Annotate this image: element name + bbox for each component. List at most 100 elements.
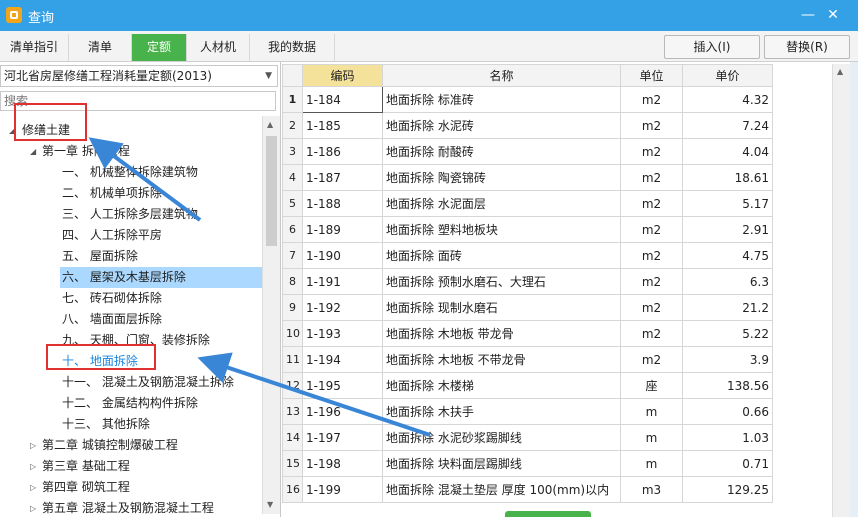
table-row[interactable]: 10 1-193 地面拆除 木地板 带龙骨 m2 5.22 <box>282 320 773 347</box>
row-number: 14 <box>282 424 303 451</box>
splitter-handle[interactable] <box>505 511 591 517</box>
code-cell: 1-199 <box>302 476 383 503</box>
expand-icon: ▷ <box>30 483 37 492</box>
code-cell: 1-197 <box>302 424 383 451</box>
unit-cell: m <box>620 398 683 425</box>
tab-list[interactable]: 清单 <box>69 34 132 61</box>
unit-cell: m2 <box>620 138 683 165</box>
table-row[interactable]: 13 1-196 地面拆除 木扶手 m 0.66 <box>282 398 773 425</box>
tab-my-data[interactable]: 我的数据 <box>250 34 335 61</box>
table-row[interactable]: 2 1-185 地面拆除 水泥砖 m2 7.24 <box>282 112 773 139</box>
replace-button[interactable]: 替换(R) <box>764 35 850 59</box>
close-button[interactable]: ✕ <box>822 4 844 26</box>
price-cell: 4.75 <box>682 242 773 269</box>
tree-node-section[interactable]: 十二、 金属结构构件拆除 <box>0 393 262 414</box>
table-body: 1 1-184 地面拆除 标准砖 m2 4.32 2 1-185 地面拆除 水泥砖 m2 7.24… <box>282 86 773 503</box>
table-row[interactable]: 11 1-194 地面拆除 木地板 不带龙骨 m2 3.9 <box>282 346 773 373</box>
quota-table: 编码 名称 单位 单价 1 1-184 地面拆除 标准砖 m2 4.32 2 1-185 地面… <box>282 64 773 503</box>
price-cell: 6.3 <box>682 268 773 295</box>
table-row[interactable]: 9 1-192 地面拆除 现制水磨石 m2 21.2 <box>282 294 773 321</box>
name-cell: 地面拆除 水泥砂浆踢脚线 <box>382 424 621 451</box>
row-number: 16 <box>282 476 303 503</box>
tree-node-chapter[interactable]: ▷ 第二章 城镇控制爆破工程 <box>0 435 262 456</box>
unit-cell: m2 <box>620 190 683 217</box>
row-number: 3 <box>282 138 303 165</box>
code-cell: 1-191 <box>302 268 383 295</box>
price-cell: 18.61 <box>682 164 773 191</box>
unit-cell: m2 <box>620 320 683 347</box>
minimize-button[interactable]: — <box>797 4 819 26</box>
annotation-box-section <box>46 344 156 370</box>
name-cell: 地面拆除 面砖 <box>382 242 621 269</box>
name-cell: 地面拆除 预制水磨石、大理石 <box>382 268 621 295</box>
code-cell: 1-189 <box>302 216 383 243</box>
tree-node-chapter[interactable]: ▷ 第四章 砌筑工程 <box>0 477 262 498</box>
table-row[interactable]: 16 1-199 地面拆除 混凝土垫层 厚度 100(mm)以内 m3 129.25 <box>282 476 773 503</box>
chapter-tree: ◢ 修缮土建 ◢ 第一章 拆除工程 一、 机械整体拆除建筑物 二、 机械单项拆除… <box>0 116 262 517</box>
tree-node-section[interactable]: 十一、 混凝土及钢筋混凝土拆除 <box>0 372 262 393</box>
table-row[interactable]: 7 1-190 地面拆除 面砖 m2 4.75 <box>282 242 773 269</box>
tree-node-chapter[interactable]: ▷ 第五章 混凝土及钢筋混凝土工程 <box>0 498 262 517</box>
grid-scrollbar[interactable]: ▲ <box>832 64 850 517</box>
insert-button[interactable]: 插入(I) <box>664 35 760 59</box>
tree-node-label: 五、 屋面拆除 <box>62 249 138 263</box>
table-header-row: 编码 名称 单位 单价 <box>282 64 773 87</box>
unit-cell: m2 <box>620 164 683 191</box>
table-row[interactable]: 1 1-184 地面拆除 标准砖 m2 4.32 <box>282 86 773 113</box>
row-number: 2 <box>282 112 303 139</box>
code-cell: 1-188 <box>302 190 383 217</box>
tree-node-section[interactable]: 三、 人工拆除多层建筑物 <box>0 204 262 225</box>
tree-node-chapter-1[interactable]: ◢ 第一章 拆除工程 <box>0 141 262 162</box>
tree-node-chapter[interactable]: ▷ 第三章 基础工程 <box>0 456 262 477</box>
name-cell: 地面拆除 混凝土垫层 厚度 100(mm)以内 <box>382 476 621 503</box>
table-row[interactable]: 8 1-191 地面拆除 预制水磨石、大理石 m2 6.3 <box>282 268 773 295</box>
price-cell: 0.71 <box>682 450 773 477</box>
tree-node-label: 十一、 混凝土及钢筋混凝土拆除 <box>62 375 234 389</box>
table-row[interactable]: 12 1-195 地面拆除 木楼梯座 138.56 <box>282 372 773 399</box>
tab-quota[interactable]: 定额 <box>132 34 187 61</box>
row-number: 8 <box>282 268 303 295</box>
tree-node-section[interactable]: 四、 人工拆除平房 <box>0 225 262 246</box>
scroll-thumb[interactable] <box>266 136 277 246</box>
tree-node-section[interactable]: 十三、 其他拆除 <box>0 414 262 435</box>
column-header-price[interactable]: 单价 <box>682 64 773 87</box>
expand-icon: ▷ <box>30 504 37 513</box>
scroll-down-icon[interactable]: ▼ <box>267 500 273 509</box>
unit-cell: m <box>620 450 683 477</box>
tree-node-section[interactable]: 一、 机械整体拆除建筑物 <box>0 162 262 183</box>
collapse-icon: ◢ <box>30 147 37 156</box>
unit-cell: m2 <box>620 216 683 243</box>
tree-node-section-selected[interactable]: 六、 屋架及木基层拆除 <box>60 267 262 288</box>
table-row[interactable]: 15 1-198 地面拆除 块料面层踢脚线 m 0.71 <box>282 450 773 477</box>
table-row[interactable]: 3 1-186 地面拆除 耐酸砖 m2 4.04 <box>282 138 773 165</box>
row-number-header <box>282 64 303 87</box>
table-row[interactable]: 5 1-188 地面拆除 水泥面层 m2 5.17 <box>282 190 773 217</box>
column-header-code[interactable]: 编码 <box>302 64 383 87</box>
tree-node-section[interactable]: 七、 砖石砌体拆除 <box>0 288 262 309</box>
tree-node-label: 第一章 拆除工程 <box>42 144 130 158</box>
table-row[interactable]: 4 1-187 地面拆除 陶瓷锦砖 m2 18.61 <box>282 164 773 191</box>
scroll-up-icon[interactable]: ▲ <box>837 67 843 76</box>
name-cell: 地面拆除 现制水磨石 <box>382 294 621 321</box>
unit-cell: m3 <box>620 476 683 503</box>
scroll-up-icon[interactable]: ▲ <box>267 120 273 129</box>
library-select[interactable]: 河北省房屋修缮工程消耗量定额(2013) ▼ <box>0 65 278 87</box>
column-header-name[interactable]: 名称 <box>382 64 621 87</box>
price-cell: 138.56 <box>682 372 773 399</box>
library-select-value: 河北省房屋修缮工程消耗量定额(2013) <box>4 69 212 83</box>
tree-scrollbar[interactable]: ▲ ▼ <box>262 116 280 514</box>
column-header-unit[interactable]: 单位 <box>620 64 683 87</box>
row-number: 9 <box>282 294 303 321</box>
side-panel-edge <box>850 62 858 517</box>
tab-list-guide[interactable]: 清单指引 <box>0 34 69 61</box>
code-cell: 1-198 <box>302 450 383 477</box>
table-row[interactable]: 6 1-189 地面拆除 塑料地板块 m2 2.91 <box>282 216 773 243</box>
row-number: 4 <box>282 164 303 191</box>
table-row[interactable]: 14 1-197 地面拆除 水泥砂浆踢脚线 m 1.03 <box>282 424 773 451</box>
tree-node-section[interactable]: 八、 墙面面层拆除 <box>0 309 262 330</box>
tree-node-section[interactable]: 二、 机械单项拆除 <box>0 183 262 204</box>
unit-cell: m2 <box>620 242 683 269</box>
row-number: 7 <box>282 242 303 269</box>
tree-node-section[interactable]: 五、 屋面拆除 <box>0 246 262 267</box>
tab-labor-material-machine[interactable]: 人材机 <box>187 34 250 61</box>
